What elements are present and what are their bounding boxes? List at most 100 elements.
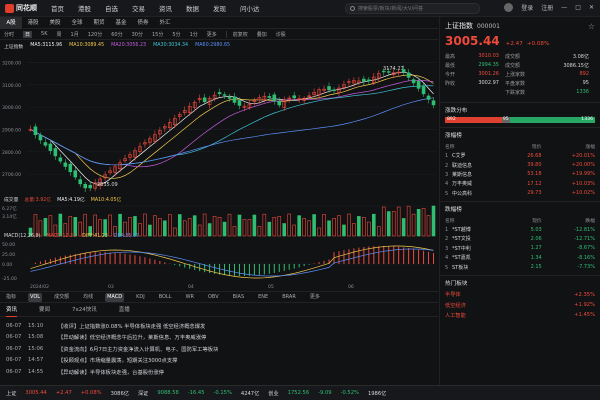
tab-headlines[interactable]: 要闻	[39, 305, 50, 316]
stock-pct: +20.00%	[571, 162, 595, 169]
indicator-brar[interactable]: BRAR	[280, 293, 298, 302]
adjust-button[interactable]: 前复权	[225, 30, 248, 38]
stat-value: 3002.97	[478, 80, 499, 86]
indicator-bias[interactable]: BIAS	[231, 293, 247, 302]
news-headline: 【投顾观点】市场缩量震荡，短期关注3000点支撑	[58, 358, 178, 365]
tab-a-share[interactable]: A股	[0, 16, 22, 29]
period-120m[interactable]: 120分	[88, 31, 103, 38]
tab-global[interactable]: 全球	[66, 17, 88, 29]
table-row[interactable]: 2 联迪信息 39.80 +20.00%	[440, 160, 600, 169]
period-month[interactable]: 1月	[71, 31, 79, 38]
indicator-boll[interactable]: BOLL	[157, 293, 174, 302]
tab-news[interactable]: 资讯	[6, 305, 18, 317]
search-input[interactable]: 搜索股票/板块/新闻/大V/问答	[345, 3, 480, 14]
volume-bar	[391, 211, 396, 237]
table-row[interactable]: 3 *ST中利 1.27 -8.67%	[440, 244, 600, 253]
sector-row[interactable]: 人工智能 +1.45%	[440, 310, 600, 320]
indicator-ma[interactable]: 均线	[81, 293, 95, 302]
table-row[interactable]: 1 *ST越博 5.03 -12.81%	[440, 225, 600, 234]
close-icon[interactable]: ✕	[589, 4, 594, 11]
table-row[interactable]: 3 莱斯信息 53.18 +19.99%	[440, 170, 600, 179]
ticker-change: -9.09	[318, 390, 332, 396]
tab-live[interactable]: 直播	[119, 305, 130, 316]
nav-home[interactable]: 首页	[51, 3, 64, 13]
y-axis-label: 2800.00	[2, 150, 21, 156]
tab-us[interactable]: 美股	[44, 17, 66, 29]
star-icon[interactable]: ☆	[588, 22, 595, 31]
indicator-ene[interactable]: ENE	[256, 293, 270, 302]
indicator-vol[interactable]: VOL	[28, 292, 43, 302]
ticker-name[interactable]: 创业	[268, 390, 278, 397]
overlay-button[interactable]: 叠加	[257, 31, 267, 38]
candle-body	[33, 126, 38, 136]
login-link[interactable]: 登录	[521, 3, 533, 12]
candle-body	[367, 79, 371, 81]
period-week[interactable]: 周	[57, 31, 62, 38]
candle-body	[38, 135, 43, 141]
period-5k[interactable]: 5K	[41, 31, 47, 37]
nav-ask[interactable]: 问小达	[240, 3, 260, 13]
register-link[interactable]: 注册	[541, 3, 553, 12]
period-day[interactable]: 日	[23, 30, 33, 38]
indicator-obv[interactable]: OBV	[206, 293, 221, 302]
nav-trade[interactable]: 交易	[132, 3, 145, 13]
sector-row[interactable]: 半导体 +2.35%	[440, 290, 600, 300]
candle-body	[73, 170, 78, 178]
nav-data[interactable]: 数据	[186, 3, 199, 13]
volume-bar	[93, 214, 97, 237]
period-more[interactable]: 更多	[207, 31, 217, 38]
sector-row[interactable]: 低空经济 +1.92%	[440, 300, 600, 310]
col-name: 名称	[445, 145, 455, 150]
table-row[interactable]: 4 *ST嘉凯 1.34 -8.16%	[440, 253, 600, 262]
dea-value: DEA:35.07	[113, 234, 140, 239]
candle-body	[277, 101, 282, 106]
ticker-name[interactable]: 上证	[6, 390, 16, 397]
indicator-wr[interactable]: WR	[184, 293, 196, 302]
tab-flash[interactable]: 7x24快讯	[72, 305, 97, 316]
tab-bonds[interactable]: 债券	[132, 17, 154, 29]
distribution-title: 涨跌分布	[440, 102, 600, 117]
indicator-amount[interactable]: 成交额	[52, 293, 71, 302]
period-intraday[interactable]: 分时	[4, 31, 14, 38]
table-row[interactable]: 5 ST板块 2.15 -7.73%	[440, 262, 600, 271]
news-item[interactable]: 06-07 14:57 【投顾观点】市场缩量震荡，短期关注3000点支撑	[0, 355, 438, 367]
table-row[interactable]: 1 C艾罗 26.68 +20.01%	[440, 151, 600, 160]
tab-funds[interactable]: 基金	[110, 17, 132, 29]
maximize-icon[interactable]: □	[575, 4, 581, 11]
table-row[interactable]: 5 中公高科 29.73 +10.02%	[440, 189, 600, 198]
tab-forex[interactable]: 外汇	[154, 17, 176, 29]
nav-discover[interactable]: 发现	[213, 3, 226, 13]
stock-name: *ST嘉凯	[452, 255, 471, 262]
minimize-icon[interactable]: —	[561, 4, 567, 11]
diagnose-button[interactable]: 诊股	[276, 31, 286, 38]
period-30m[interactable]: 30分	[132, 31, 143, 38]
table-row[interactable]: 4 万丰奥威 17.12 +10.03%	[440, 179, 600, 188]
news-item[interactable]: 06-07 14:55 【异动解读】半导体板块走强，台基股份涨停	[0, 366, 438, 378]
period-15m[interactable]: 15分	[152, 31, 163, 38]
volume-bar	[83, 213, 88, 237]
news-item[interactable]: 06-07 15:08 【异动解读】低空经济概念午后拉升，莱斯信息、万丰奥威涨停	[0, 332, 438, 344]
nav-watchlist[interactable]: 自选	[105, 3, 118, 13]
news-item[interactable]: 06-07 15:06 【资金流向】6月7日主力资金净流入计算机、电子、国防军工…	[0, 343, 438, 355]
period-1m[interactable]: 1分	[190, 31, 198, 38]
indicator-macd[interactable]: MACD	[105, 292, 125, 302]
ticker-name[interactable]: 深证	[138, 390, 148, 397]
tab-hk[interactable]: 港股	[22, 17, 44, 29]
period-60m[interactable]: 60分	[111, 31, 122, 38]
volume-bar	[307, 220, 311, 237]
news-item[interactable]: 06-07 15:10 【收评】上证指数涨0.08% 半导体板块走强 低空经济概…	[0, 320, 438, 332]
avatar[interactable]	[504, 3, 514, 12]
volume-bar	[217, 217, 222, 237]
nav-news[interactable]: 资讯	[159, 3, 172, 13]
tab-futures[interactable]: 期货	[88, 17, 110, 29]
indicator-kdj[interactable]: KDJ	[134, 293, 147, 302]
kline-chart[interactable]: 3200.00 3100.00 3000.00 2900.00 2800.00 2700.…	[0, 50, 438, 290]
table-row[interactable]: 2 *ST文投 2.06 -12.71%	[440, 234, 600, 243]
candle-body	[63, 162, 68, 167]
period-5m[interactable]: 5分	[172, 31, 180, 38]
volume-bar	[267, 221, 272, 237]
app-logo[interactable]: 同花顺	[5, 3, 37, 13]
nav-hk[interactable]: 港股	[78, 3, 91, 13]
indicator-more[interactable]: 更多	[308, 293, 322, 302]
indicator-menu[interactable]: 指标	[4, 293, 18, 302]
